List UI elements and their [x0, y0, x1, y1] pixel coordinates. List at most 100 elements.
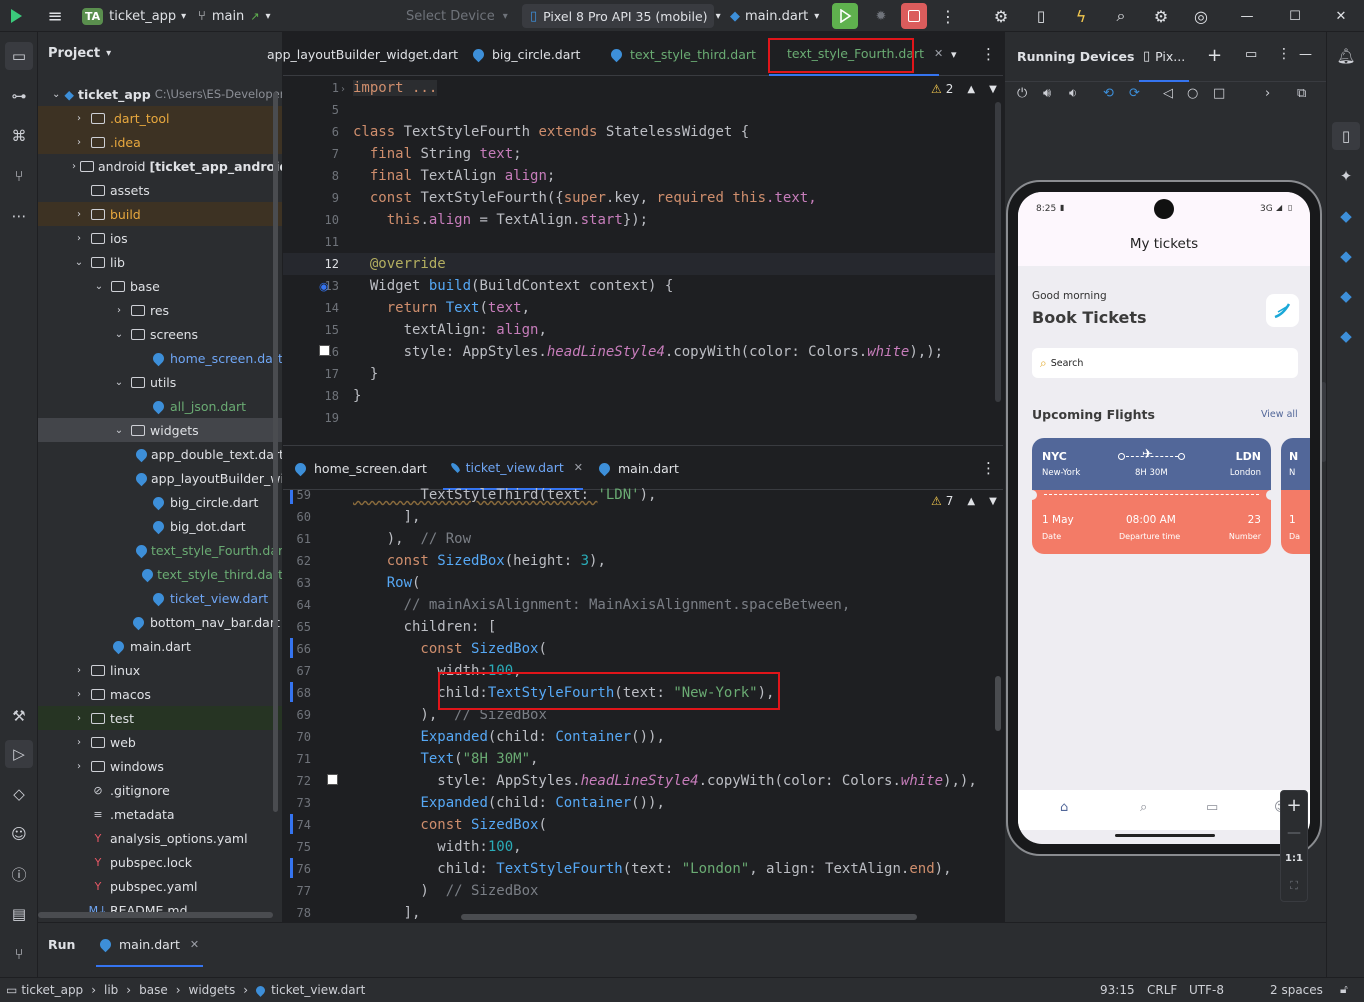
home-icon[interactable]: ○: [1187, 86, 1198, 101]
code-area-top[interactable]: import ... class TextStyleFourth extends…: [353, 77, 993, 447]
tree-item[interactable]: › build: [38, 202, 282, 226]
tree-item[interactable]: home_screen.dart: [38, 346, 282, 370]
flutter-inspector-icon[interactable]: ◆: [1332, 202, 1360, 230]
ticket-nav-icon[interactable]: ▭: [1206, 800, 1218, 815]
ticket-card-next[interactable]: N N 1 Da: [1281, 438, 1310, 554]
tree-item[interactable]: text_style_Fourth.dart: [38, 538, 282, 562]
run-file-tab[interactable]: main.dart ✕: [96, 923, 204, 967]
chevron-right-icon[interactable]: ›: [72, 209, 86, 220]
tree-item[interactable]: › macos: [38, 682, 282, 706]
tree-item[interactable]: › test: [38, 706, 282, 730]
tree-item[interactable]: › res: [38, 298, 282, 322]
notifications-icon[interactable]: 🔔︎: [1332, 42, 1360, 70]
tree-item[interactable]: app_double_text.dart: [38, 442, 282, 466]
crumb-lib[interactable]: lib: [104, 983, 118, 997]
device-tab[interactable]: ▯ Pix...: [1139, 32, 1190, 82]
minimize-button[interactable]: —: [1236, 0, 1258, 32]
crumb-file[interactable]: ticket_view.dart: [271, 983, 365, 997]
chevron-down-icon[interactable]: ⌄: [112, 425, 126, 436]
editor-more-icon[interactable]: ⋮: [981, 32, 996, 76]
zoom-in-icon[interactable]: +: [1281, 795, 1307, 816]
chevron-right-icon[interactable]: ›: [72, 713, 86, 724]
power-icon[interactable]: ⏻: [1017, 86, 1027, 101]
flutter-outline-icon[interactable]: ◆: [1332, 242, 1360, 270]
chevron-down-icon[interactable]: ⌄: [52, 89, 60, 100]
chevron-down-icon[interactable]: ⌄: [112, 329, 126, 340]
tree-item[interactable]: all_json.dart: [38, 394, 282, 418]
more-icon[interactable]: ⋮: [1277, 46, 1291, 62]
project-tool-icon[interactable]: ▭: [5, 42, 33, 70]
chevron-right-icon[interactable]: ›: [72, 113, 86, 124]
terminal-tool-icon[interactable]: ▤: [5, 900, 33, 928]
rotate-right-icon[interactable]: ⟳: [1129, 86, 1140, 101]
color-swatch-white[interactable]: [319, 345, 330, 356]
tab-app-layoutbuilder[interactable]: app_layoutBuilder_widget.dart: [267, 32, 458, 76]
more-actions-icon[interactable]: ⋮: [938, 0, 958, 32]
zoom-out-icon[interactable]: —: [1281, 825, 1307, 841]
minimize-panel-icon[interactable]: —: [1299, 47, 1312, 62]
tree-scrollbar[interactable]: [273, 92, 278, 812]
close-tab-icon[interactable]: ✕: [934, 47, 943, 60]
run-config-dropdown[interactable]: ◆ main.dart ▾: [730, 0, 819, 32]
indent-setting[interactable]: 2 spaces: [1270, 983, 1323, 997]
editor-top-scrollbar[interactable]: [995, 102, 1001, 402]
caret-position[interactable]: 93:15: [1100, 983, 1135, 997]
chevron-down-icon[interactable]: ⌄: [92, 281, 106, 292]
hot-reload-icon[interactable]: ϟ: [1070, 0, 1092, 32]
search-nav-icon[interactable]: ⌕: [1140, 800, 1147, 815]
structure-tool-icon[interactable]: ⌘: [5, 122, 33, 150]
run-tool-icon[interactable]: ▷: [5, 740, 33, 768]
editor-bottom-scrollbar[interactable]: [995, 676, 1001, 731]
tree-item[interactable]: main.dart: [38, 634, 282, 658]
tree-item[interactable]: assets: [38, 178, 282, 202]
tree-item[interactable]: ⌄ utils: [38, 370, 282, 394]
tree-item[interactable]: big_dot.dart: [38, 514, 282, 538]
account-icon[interactable]: ◎: [1190, 0, 1212, 32]
tree-item[interactable]: ticket_view.dart: [38, 586, 282, 610]
tab-text-style-third[interactable]: text_style_third.dart: [608, 32, 756, 76]
plugin-icon[interactable]: ⚙: [990, 0, 1012, 32]
ticket-card[interactable]: NYC LDN ✈ New-York 8H 30M London 1 May 0…: [1027, 438, 1276, 554]
tree-item[interactable]: ⌄ screens: [38, 322, 282, 346]
chevron-right-icon[interactable]: ›: [72, 689, 86, 700]
code-area-bottom[interactable]: TextStyleThird(text: 'LDN'), ], ), // Ro…: [353, 484, 993, 919]
tab-text-style-fourth[interactable]: text_style_Fourth.dart ✕: [769, 32, 943, 76]
crumb-base[interactable]: base: [139, 983, 168, 997]
chevron-right-icon[interactable]: ›: [112, 305, 126, 316]
volume-up-icon[interactable]: 🔊︎: [1043, 86, 1051, 101]
tree-item[interactable]: ⌄ base: [38, 274, 282, 298]
tree-item[interactable]: ⌄ widgets: [38, 418, 282, 442]
tree-item[interactable]: app_layoutBuilder_widget.dart: [38, 466, 282, 490]
search-input[interactable]: ⌕ Search: [1032, 348, 1298, 378]
main-menu-icon[interactable]: ≡: [44, 0, 66, 32]
tree-item[interactable]: › web: [38, 730, 282, 754]
run-button[interactable]: [832, 3, 858, 29]
file-encoding[interactable]: UTF-8: [1189, 983, 1224, 997]
tree-item[interactable]: ≡ .metadata: [38, 802, 282, 826]
tree-item[interactable]: › android [ticket_app_android]: [38, 154, 282, 178]
close-tab-icon[interactable]: ✕: [574, 461, 583, 474]
tree-horizontal-scrollbar[interactable]: [38, 912, 273, 918]
screenshot-icon[interactable]: ⧉: [1297, 86, 1306, 101]
debug-button[interactable]: ✹: [870, 0, 892, 32]
chevron-right-icon[interactable]: ›: [1265, 86, 1270, 101]
editor-bottom-hscrollbar[interactable]: [461, 914, 917, 920]
flutter-devtools-icon[interactable]: ◆: [1332, 322, 1360, 350]
chevron-right-icon[interactable]: ›: [72, 737, 86, 748]
tree-item[interactable]: ⌄ ◆ ticket_app C:\Users\ES-Developer: [38, 82, 282, 106]
tree-item[interactable]: ⌄ lib: [38, 250, 282, 274]
stop-button[interactable]: [901, 3, 927, 29]
tabs-overflow-icon[interactable]: ▾: [951, 32, 957, 76]
settings-icon[interactable]: ⚙: [1150, 0, 1172, 32]
branch-selector[interactable]: ⑂ main ↗ ▾: [198, 0, 271, 32]
tree-item[interactable]: › ios: [38, 226, 282, 250]
layout-icon[interactable]: ▭: [1245, 47, 1257, 62]
app-logo-icon[interactable]: [0, 0, 32, 32]
close-tab-icon[interactable]: ✕: [190, 938, 199, 951]
vcs-tool-icon[interactable]: ⑂: [5, 940, 33, 968]
tree-item[interactable]: › .idea: [38, 130, 282, 154]
tree-item[interactable]: text_style_third.dart: [38, 562, 282, 586]
gemini-icon[interactable]: ✦: [1332, 162, 1360, 190]
tree-item[interactable]: › linux: [38, 658, 282, 682]
phone-screen[interactable]: 8:25 ▮ 3G ◢ ▯ My tickets Good morning Bo…: [1018, 192, 1310, 844]
